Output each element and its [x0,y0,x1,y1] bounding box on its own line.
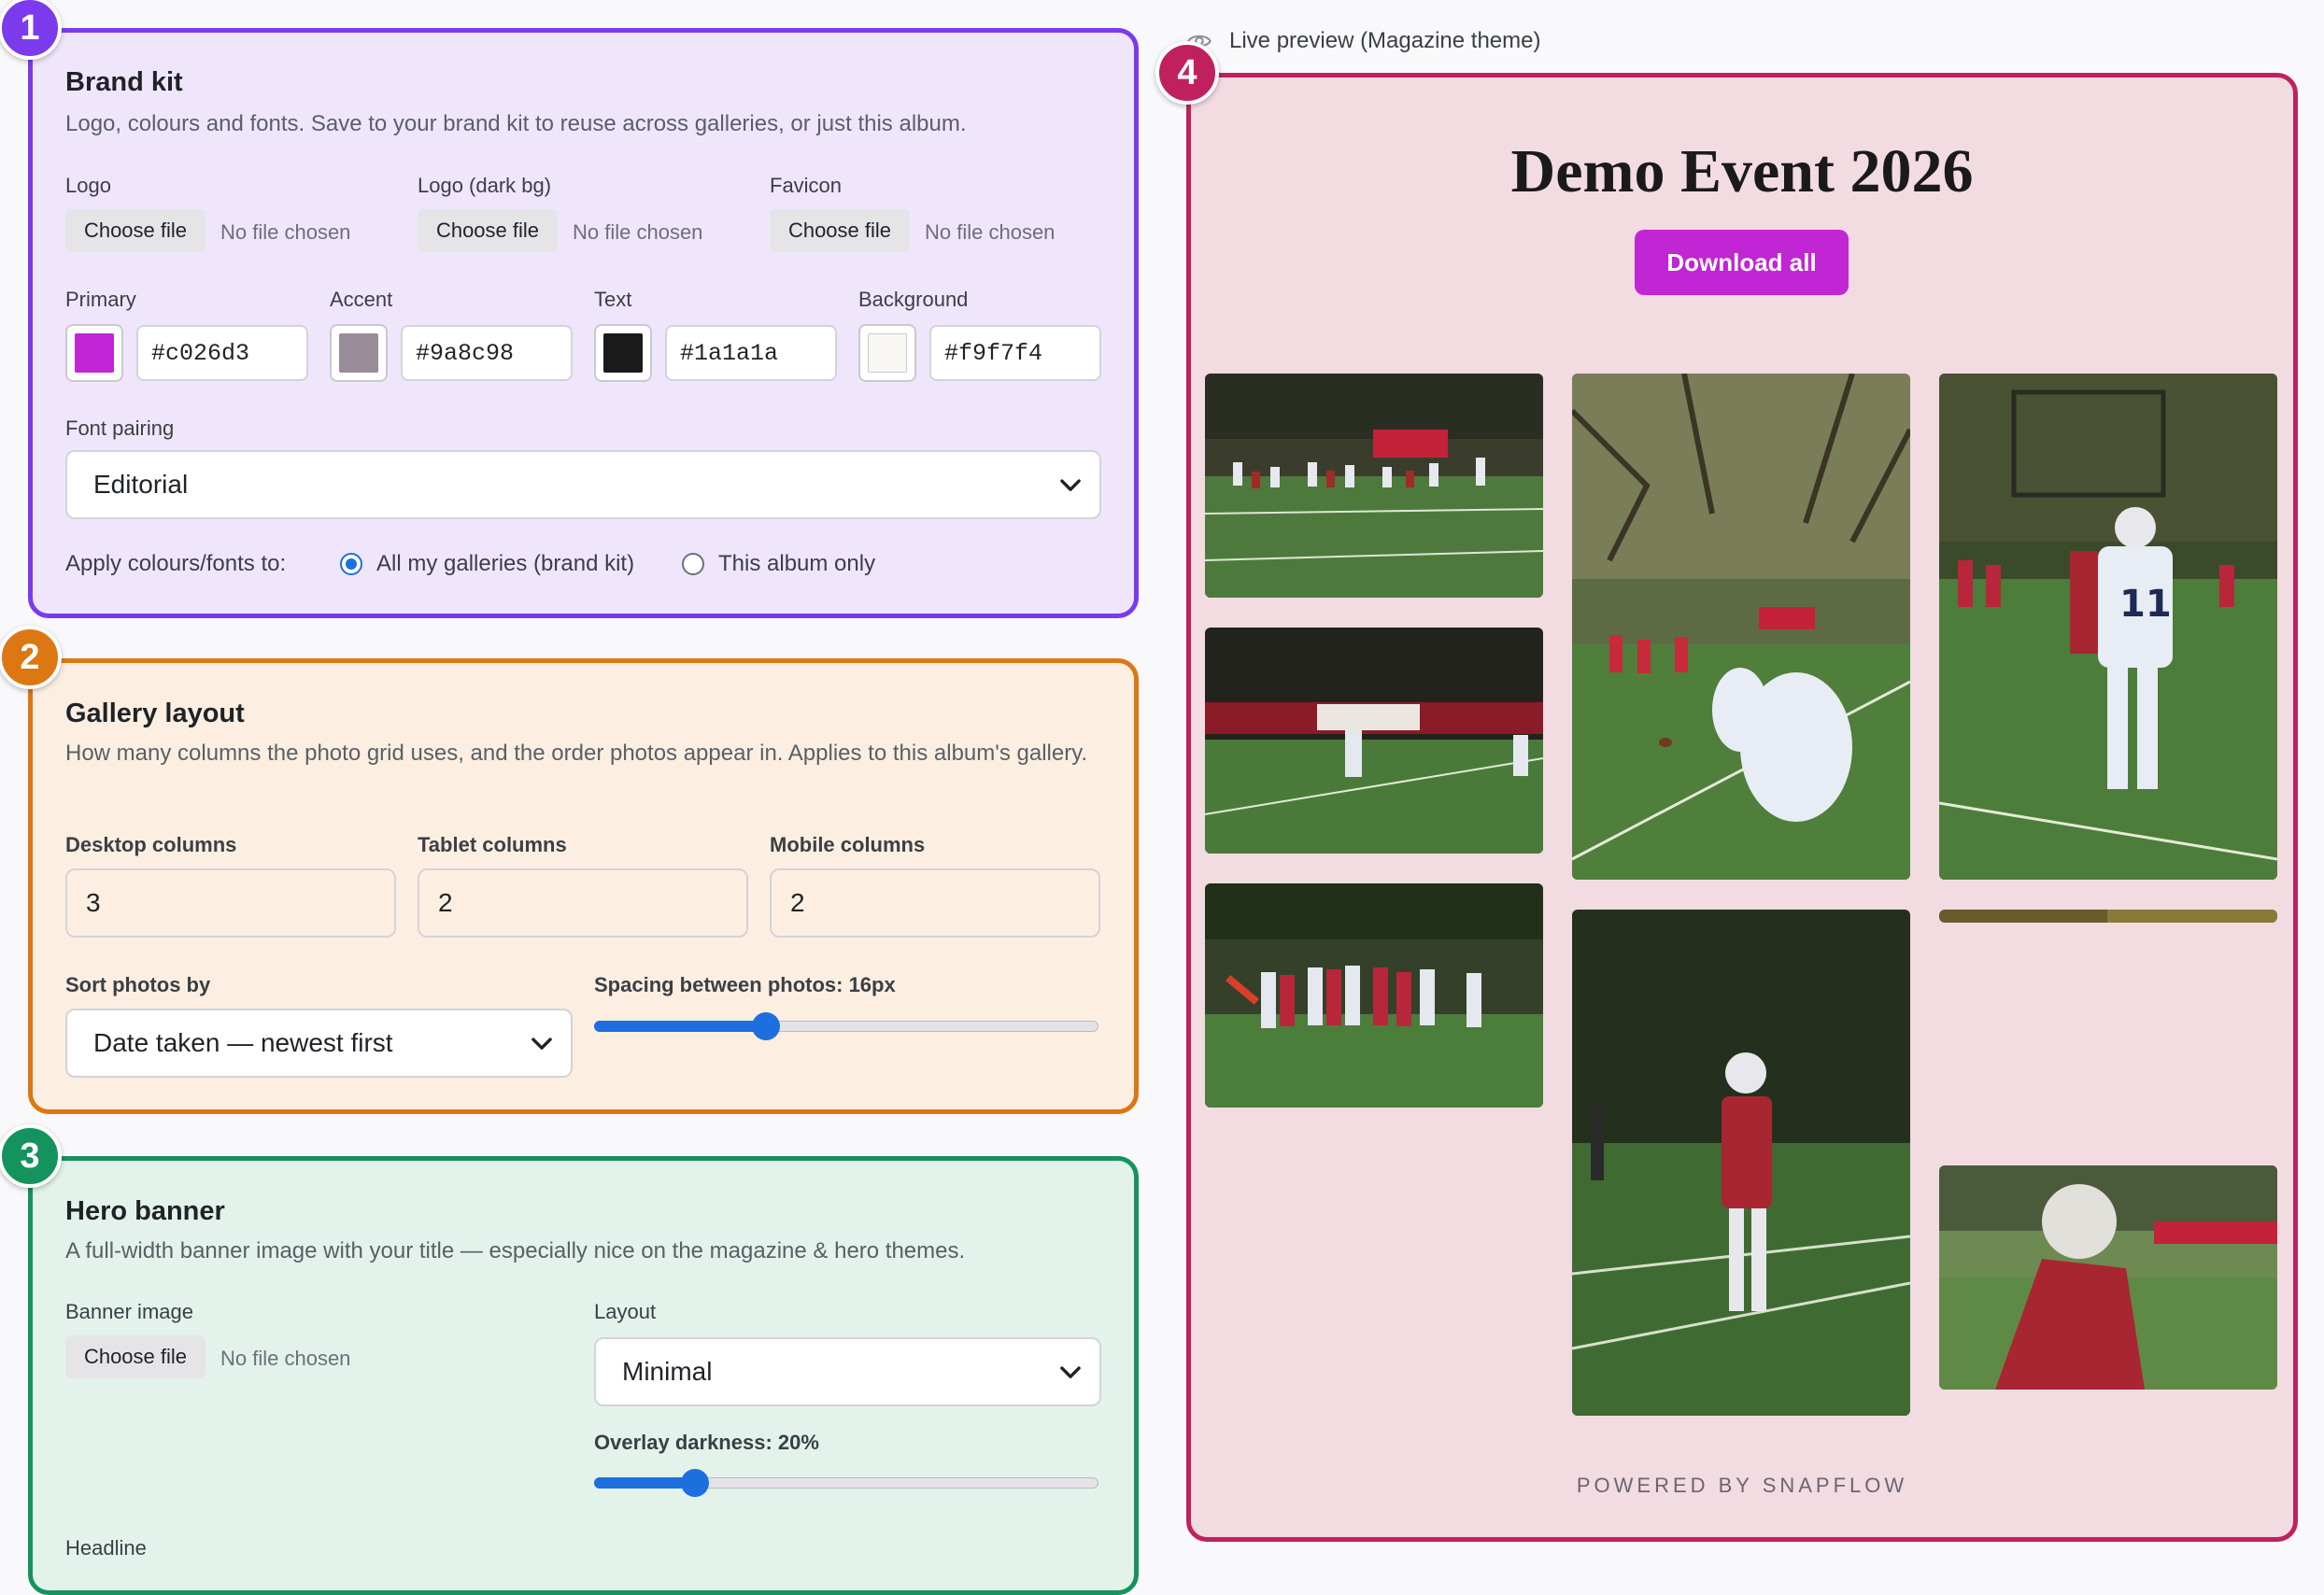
font-pairing-select[interactable]: Editorial [65,450,1101,519]
apply-all-galleries-radio[interactable] [340,553,362,575]
hero-banner-title: Hero banner [65,1196,225,1226]
logo-dark-label: Logo (dark bg) [418,174,552,197]
tablet-columns-label: Tablet columns [418,833,567,856]
accent-color-swatch[interactable] [330,324,388,382]
background-color-label: Background [858,288,969,311]
gallery-photo[interactable]: 11 [1939,374,2277,880]
logo-dark-choose-file-button[interactable]: Choose file [418,209,558,252]
slider-thumb[interactable] [681,1469,709,1497]
gallery-photo[interactable] [1572,374,1910,880]
text-color-input[interactable]: #1a1a1a [665,325,837,381]
sort-photos-label: Sort photos by [65,973,211,996]
chevron-down-icon [1060,479,1081,491]
gallery-layout-title: Gallery layout [65,699,245,728]
background-color-input[interactable]: #f9f7f4 [929,325,1101,381]
accent-color-input[interactable]: #9a8c98 [401,325,573,381]
apply-to-label: Apply colours/fonts to: [65,551,287,576]
font-pairing-value: Editorial [93,470,189,499]
favicon-file-status: No file chosen [925,220,1056,244]
apply-this-album-radio[interactable] [682,553,704,575]
sort-photos-value: Date taken — newest first [93,1028,393,1057]
brand-kit-title: Brand kit [65,67,183,97]
step-badge-3: 3 [0,1124,62,1188]
photo-image [1939,1165,2277,1390]
primary-color-input[interactable]: #c026d3 [136,325,308,381]
slider-fill [594,1477,695,1489]
logo-choose-file-button[interactable]: Choose file [65,209,205,252]
hero-banner-description: A full-width banner image with your titl… [65,1238,966,1263]
sort-photos-select[interactable]: Date taken — newest first [65,1009,573,1078]
font-pairing-label: Font pairing [65,416,175,440]
overlay-darkness-label: Overlay darkness: 20% [594,1431,819,1454]
powered-by-footer: POWERED BY SNAPFLOW [1576,1474,1908,1497]
download-all-button[interactable]: Download all [1635,230,1849,295]
spacing-label: Spacing between photos: 16px [594,973,896,996]
gallery-layout-description: How many columns the photo grid uses, an… [65,741,1088,766]
mobile-columns-input[interactable]: 2 [770,868,1100,938]
gallery-photo[interactable] [1939,1165,2277,1390]
gallery-photo[interactable] [1939,910,2277,923]
gallery-photo[interactable] [1205,883,1543,1108]
photo-image [1572,374,1910,880]
event-title: Demo Event 2026 [1510,137,1974,205]
photo-image [1205,374,1543,598]
chevron-down-icon [531,1037,552,1050]
svg-text:11: 11 [2119,583,2172,626]
accent-color-label: Accent [330,288,393,311]
layout-label: Layout [594,1300,657,1323]
text-color-label: Text [594,288,632,311]
overlay-darkness-slider[interactable] [594,1467,1098,1499]
background-color-swatch[interactable] [858,324,916,382]
step-badge-2: 2 [0,626,62,689]
preview-caption: Live preview (Magazine theme) [1229,28,1541,53]
favicon-choose-file-button[interactable]: Choose file [770,209,910,252]
photo-image [1572,910,1910,1416]
photo-image [1939,910,2277,923]
logo-dark-file-status: No file chosen [573,220,703,244]
slider-fill [594,1021,766,1032]
apply-all-galleries-label[interactable]: All my galleries (brand kit) [376,551,634,577]
tablet-columns-input[interactable]: 2 [418,868,748,938]
banner-choose-file-button[interactable]: Choose file [65,1335,205,1378]
apply-this-album-label[interactable]: This album only [718,551,875,577]
gallery-photo[interactable] [1205,374,1543,598]
chevron-down-icon [1060,1366,1081,1378]
primary-color-label: Primary [65,288,136,311]
favicon-label: Favicon [770,174,843,197]
text-color-swatch[interactable] [594,324,652,382]
banner-image-label: Banner image [65,1300,193,1323]
logo-file-status: No file chosen [220,220,351,244]
layout-value: Minimal [622,1357,713,1386]
slider-thumb[interactable] [751,1012,780,1040]
headline-label: Headline [65,1536,147,1560]
logo-label: Logo [65,174,111,197]
primary-color-swatch[interactable] [65,324,123,382]
desktop-columns-label: Desktop columns [65,833,237,856]
gallery-photo[interactable] [1205,628,1543,854]
brand-kit-description: Logo, colours and fonts. Save to your br… [65,111,967,136]
photo-image [1205,628,1543,854]
desktop-columns-input[interactable]: 3 [65,868,396,938]
step-badge-4: 4 [1155,41,1219,105]
photo-image: 11 [1939,374,2277,880]
mobile-columns-label: Mobile columns [770,833,926,856]
gallery-photo[interactable] [1572,910,1910,1416]
photo-image [1205,883,1543,1108]
spacing-slider[interactable] [594,1010,1098,1042]
layout-select[interactable]: Minimal [594,1337,1101,1406]
banner-file-status: No file chosen [220,1347,351,1370]
